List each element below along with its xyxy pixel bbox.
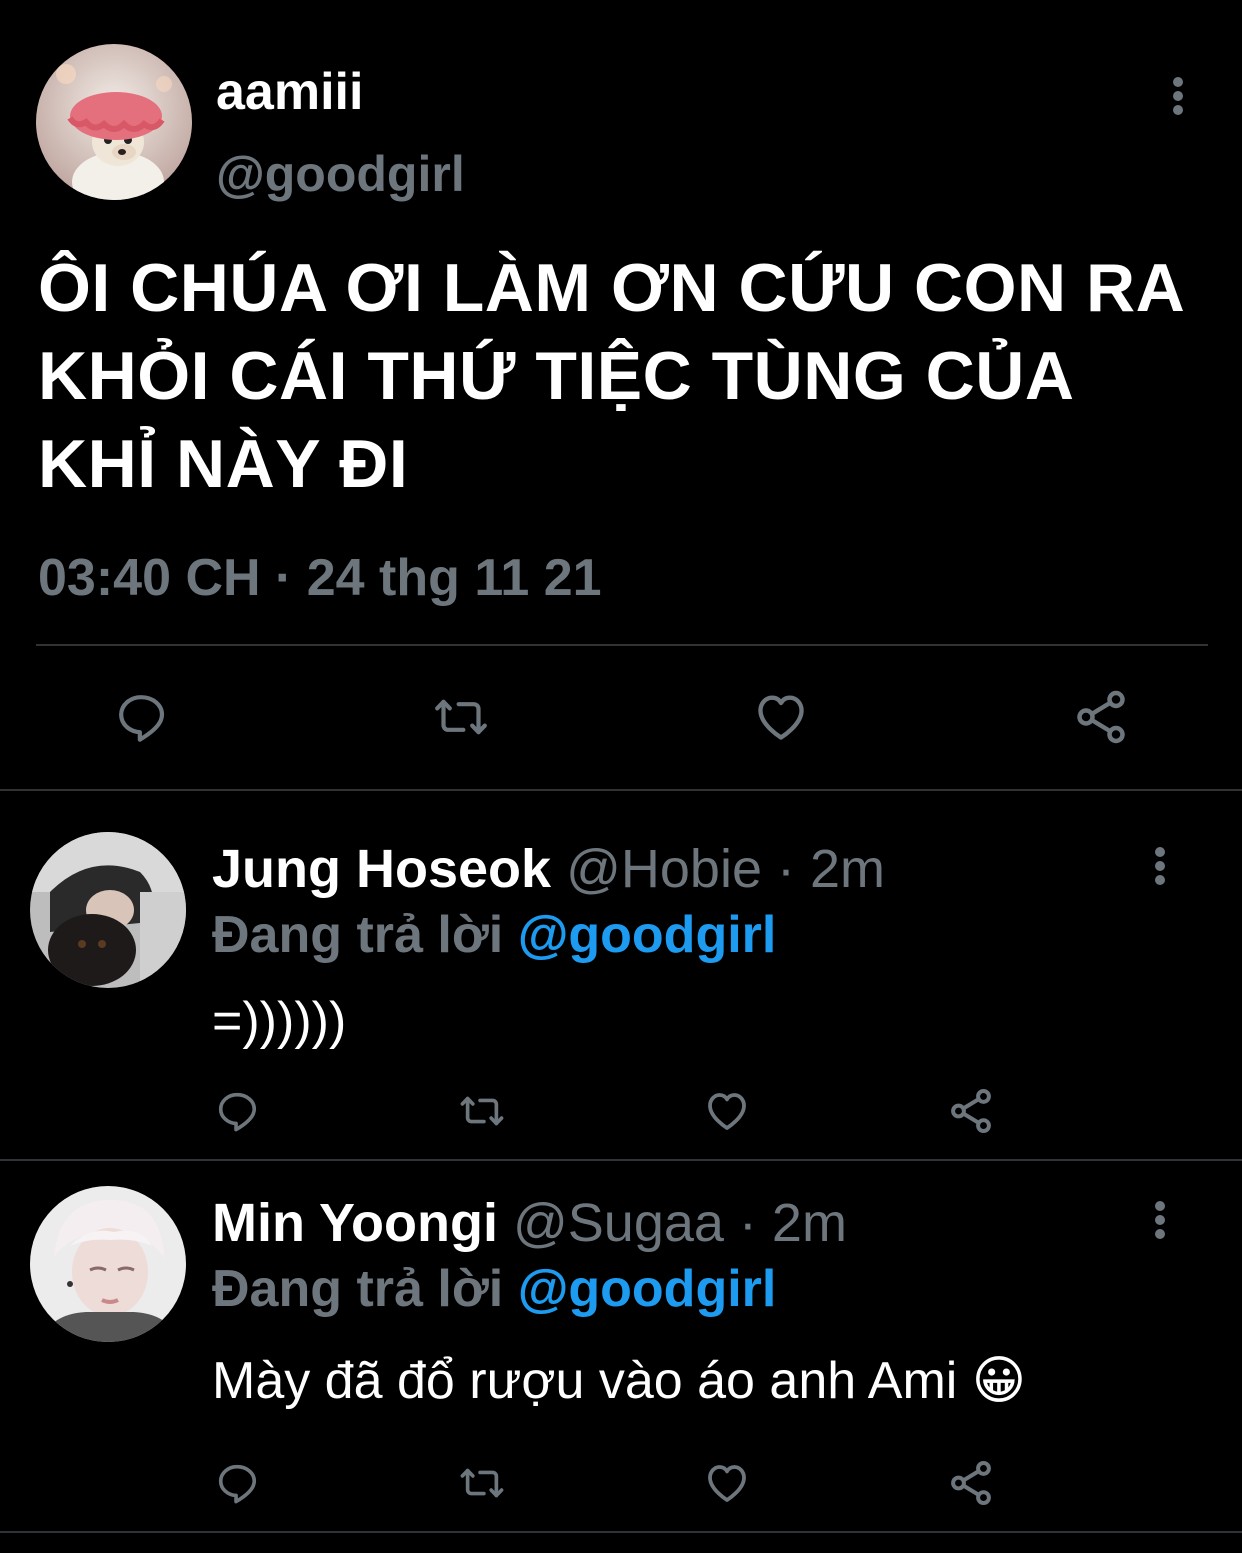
tweet-timestamp[interactable]: 03:40 CH · 24 thg 11 21: [38, 544, 602, 612]
reply-text: Mày đã đổ rượu vào áo anh Ami 😀: [212, 1348, 1026, 1414]
divider: [0, 1531, 1242, 1533]
man-hugging-dog-avatar: [30, 832, 186, 988]
pale-hair-man-avatar: [30, 1186, 186, 1342]
reply-display-name[interactable]: Jung Hoseok: [212, 839, 551, 899]
comment-icon: [218, 1464, 257, 1504]
share-button[interactable]: [1060, 682, 1142, 752]
reply-handle-time[interactable]: @Sugaa · 2m: [513, 1193, 847, 1253]
grinning-face-emoji: 😀: [971, 1352, 1026, 1410]
more-options-icon[interactable]: [1158, 66, 1198, 126]
reply-handle-time[interactable]: @Hobie · 2m: [566, 839, 885, 899]
reply-button[interactable]: [100, 682, 182, 752]
chihuahua-shower-cap-avatar: [36, 44, 192, 200]
reply-text: =)))))): [212, 992, 347, 1050]
mention-link[interactable]: @goodgirl: [518, 1260, 777, 1318]
display-name[interactable]: aamiii: [216, 60, 363, 124]
reply-button[interactable]: [206, 1084, 268, 1138]
retweet-button[interactable]: [451, 1456, 513, 1510]
tweet-text: ÔI CHÚA ƠI LÀM ƠN CỨU CON RA KHỎI CÁI TH…: [38, 250, 1183, 502]
heart-icon: [708, 1465, 746, 1502]
like-button[interactable]: [740, 682, 822, 752]
retweet-icon: [460, 1468, 504, 1498]
share-icon: [951, 1461, 991, 1505]
replying-to: Đang trả lời @goodgirl: [212, 902, 776, 968]
comment-icon: [218, 1092, 257, 1132]
user-handle[interactable]: @goodgirl: [216, 142, 465, 206]
mention-link[interactable]: @goodgirl: [518, 906, 777, 964]
share-icon: [951, 1089, 991, 1133]
like-button[interactable]: [696, 1084, 758, 1138]
divider: [36, 644, 1208, 646]
like-button[interactable]: [696, 1456, 758, 1510]
more-options-icon[interactable]: [1140, 836, 1180, 896]
replying-to: Đang trả lời @goodgirl: [212, 1256, 776, 1322]
comment-icon: [119, 695, 165, 742]
divider: [0, 789, 1242, 791]
retweet-button[interactable]: [451, 1084, 513, 1138]
share-icon: [1077, 690, 1125, 744]
avatar[interactable]: [30, 1186, 186, 1342]
heart-icon: [758, 695, 804, 740]
retweet-icon: [460, 1096, 504, 1126]
replying-label: Đang trả lời: [212, 906, 504, 964]
avatar[interactable]: [36, 44, 192, 200]
reply-display-name[interactable]: Min Yoongi: [212, 1193, 498, 1253]
replying-label: Đang trả lời: [212, 1260, 504, 1318]
divider: [0, 1159, 1242, 1161]
retweet-icon: [435, 699, 487, 735]
share-button[interactable]: [940, 1084, 1002, 1138]
reply-button[interactable]: [206, 1456, 268, 1510]
retweet-button[interactable]: [420, 682, 502, 752]
heart-icon: [708, 1093, 746, 1130]
more-options-icon[interactable]: [1140, 1190, 1180, 1250]
reply-text-content: Mày đã đổ rượu vào áo anh Ami: [212, 1352, 958, 1410]
avatar[interactable]: [30, 832, 186, 988]
share-button[interactable]: [940, 1456, 1002, 1510]
